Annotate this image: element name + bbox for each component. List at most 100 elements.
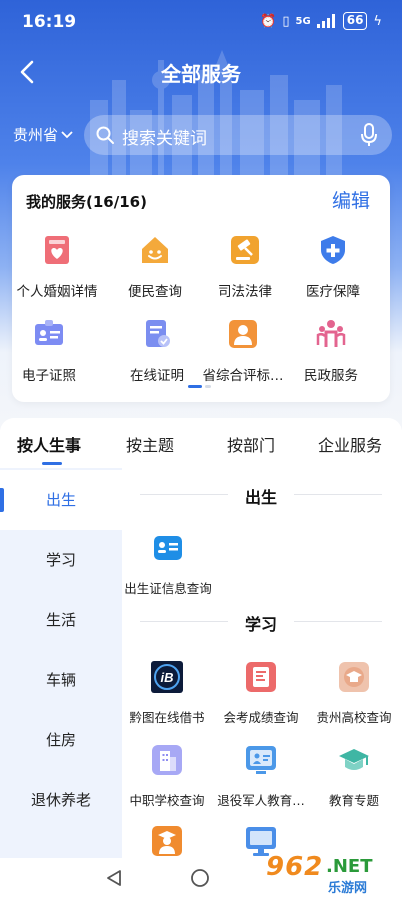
- service-label: 省综合评标…: [202, 368, 284, 384]
- section-header-study: 学习: [140, 611, 382, 634]
- page-indicator: [188, 385, 211, 388]
- sidebar-item-label: 出生: [45, 491, 76, 509]
- signal-icon: [316, 14, 335, 28]
- service-label: 便民查询: [128, 284, 182, 300]
- watermark-number: 962: [266, 852, 324, 882]
- service-label: 贵州高校查询: [316, 710, 392, 725]
- active-category-indicator: [0, 488, 4, 512]
- nav-home-icon[interactable]: [190, 868, 210, 888]
- tab-theme[interactable]: 按主题: [126, 432, 174, 456]
- my-services-card: 我的服务(16/16) 编辑 个人婚姻详情 便民查询 司法法律 医疗保障 电子证…: [12, 175, 390, 402]
- service-label: 出生证信息查询: [124, 581, 212, 596]
- service-item-civil-affairs[interactable]: 民政服务: [284, 317, 378, 384]
- service-item-convenience[interactable]: 便民查询: [108, 233, 202, 300]
- battery-icon: 66: [342, 12, 368, 30]
- service-item-veteran-education[interactable]: 退役军人教育…: [215, 743, 307, 809]
- search-placeholder: 搜索关键词: [122, 129, 207, 149]
- veteran-education-icon: [246, 746, 276, 774]
- tab-life-events[interactable]: 按人生事: [17, 432, 81, 456]
- sidebar-item-housing[interactable]: 住房: [0, 710, 122, 770]
- tab-department[interactable]: 按部门: [227, 432, 275, 456]
- service-label: 退役军人教育…: [217, 793, 305, 808]
- edit-button[interactable]: 编辑: [332, 186, 370, 213]
- service-label: 民政服务: [304, 368, 358, 384]
- watermark-site: 乐游网: [328, 881, 368, 896]
- status-time: 16:19: [22, 12, 77, 32]
- divider: [294, 621, 382, 622]
- chevron-down-icon: [61, 130, 73, 138]
- service-item-marriage[interactable]: 个人婚姻详情: [10, 233, 104, 300]
- service-item-college[interactable]: 贵州高校查询: [308, 660, 400, 726]
- divider: [294, 494, 382, 495]
- vibrate-icon: ▯: [282, 13, 290, 29]
- service-label: 中职学校查询: [129, 793, 205, 808]
- smile-house-icon: [142, 237, 168, 263]
- sidebar-item-vehicle[interactable]: 车辆: [0, 650, 122, 710]
- service-label: 教育专题: [328, 793, 379, 808]
- gavel-icon: [231, 236, 259, 264]
- page-title: 全部服务: [161, 62, 241, 86]
- sidebar-item-study[interactable]: 学习: [0, 530, 122, 590]
- sidebar-item-label: 学习: [45, 551, 76, 569]
- section-title: 出生: [244, 488, 277, 507]
- service-label: 医疗保障: [306, 284, 360, 300]
- page-dot-active: [188, 385, 202, 388]
- alarm-icon: ⏰: [260, 13, 277, 29]
- service-label: 电子证照: [22, 368, 76, 384]
- sidebar-item-label: 退休养老: [30, 791, 91, 809]
- service-item-library[interactable]: iB 黔图在线借书: [121, 660, 213, 726]
- charging-icon: ϟ: [373, 13, 382, 29]
- active-tab-indicator: [42, 462, 62, 465]
- service-item-exam-score[interactable]: 会考成绩查询: [215, 660, 307, 726]
- watermark-domain: .NET: [326, 856, 373, 877]
- search-bar[interactable]: 搜索关键词: [84, 115, 392, 155]
- id-card-icon: [35, 320, 63, 345]
- service-label: 个人婚姻详情: [16, 284, 98, 300]
- service-item-medical[interactable]: 医疗保障: [286, 233, 380, 300]
- sidebar-item-retirement[interactable]: 退休养老: [0, 770, 122, 830]
- tab-enterprise[interactable]: 企业服务: [318, 432, 382, 456]
- service-label: 黔图在线借书: [129, 710, 205, 725]
- school-building-icon: [152, 745, 182, 775]
- sidebar-item-life[interactable]: 生活: [0, 590, 122, 650]
- library-logo-icon: iB: [151, 661, 183, 693]
- site-watermark: 962 .NET 乐游网: [262, 852, 398, 896]
- province-selector[interactable]: 贵州省: [13, 124, 73, 145]
- service-item-graduate[interactable]: [121, 824, 213, 862]
- section-title: 学习: [244, 615, 277, 634]
- document-check-icon: [146, 320, 170, 347]
- service-label: 司法法律: [218, 284, 272, 300]
- search-icon: [96, 126, 114, 144]
- section-header-birth: 出生: [140, 484, 382, 507]
- sidebar-item-label: 车辆: [45, 671, 76, 689]
- service-item-education-topic[interactable]: 教育专题: [308, 743, 400, 809]
- service-item-e-license[interactable]: 电子证照: [2, 317, 96, 384]
- service-item-vocational-school[interactable]: 中职学校查询: [121, 743, 213, 809]
- family-icon: [316, 320, 346, 347]
- service-label: 会考成绩查询: [223, 710, 299, 725]
- marriage-certificate-icon: [45, 236, 69, 264]
- graduation-cap-icon: [339, 749, 369, 770]
- page-dot: [205, 385, 211, 388]
- medical-shield-icon: [321, 236, 345, 264]
- sidebar-item-label: 住房: [45, 731, 76, 749]
- status-bar: 16:19 ⏰ ▯ 5G 66 ϟ: [0, 0, 402, 44]
- microphone-icon[interactable]: [360, 123, 378, 147]
- exam-score-icon: [246, 662, 276, 692]
- service-item-bid-evaluation[interactable]: 省综合评标…: [196, 317, 290, 384]
- sidebar-item-birth[interactable]: 出生: [0, 470, 122, 530]
- college-icon: [339, 662, 369, 692]
- sidebar-item-label: 生活: [45, 611, 76, 629]
- svg-text:iB: iB: [161, 670, 174, 685]
- nav-back-icon[interactable]: [104, 868, 124, 888]
- network-label: 5G: [295, 15, 311, 27]
- service-item-birth-certificate[interactable]: 出生证信息查询: [122, 531, 214, 597]
- category-sidebar: 出生 学习 生活 车辆 住房 退休养老: [0, 468, 122, 858]
- service-item-online-proof[interactable]: 在线证明: [110, 317, 204, 384]
- my-services-title: 我的服务(16/16): [26, 193, 147, 211]
- birth-certificate-icon: [154, 536, 182, 560]
- service-label: 在线证明: [130, 368, 184, 384]
- service-item-judicial[interactable]: 司法法律: [198, 233, 292, 300]
- graduate-person-icon: [152, 826, 182, 856]
- province-label: 贵州省: [13, 126, 59, 144]
